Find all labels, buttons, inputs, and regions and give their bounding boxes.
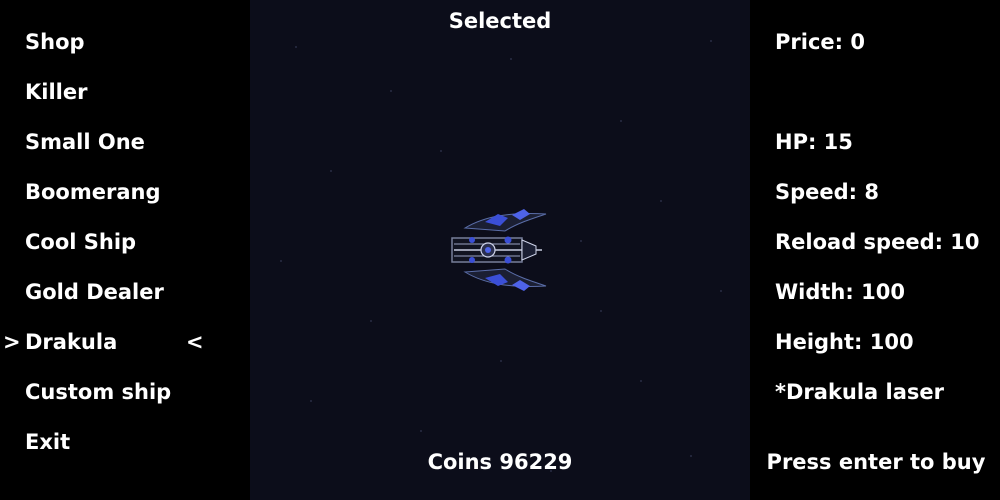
menu-item-shop[interactable]: Shop	[25, 27, 85, 57]
menu-item-drakula[interactable]: Drakula	[25, 327, 117, 357]
stat-hp: HP: 15	[775, 130, 853, 154]
selection-marker-left: >	[3, 330, 21, 354]
stat-height: Height: 100	[775, 330, 914, 354]
stat-speed: Speed: 8	[775, 180, 879, 204]
ship-menu: Shop Killer Small One Boomerang Cool Shi…	[0, 0, 250, 500]
menu-item-boomerang[interactable]: Boomerang	[25, 177, 161, 207]
selected-title: Selected	[448, 9, 552, 33]
coins-counter: Coins 96229	[427, 450, 573, 474]
menu-item-gold-dealer[interactable]: Gold Dealer	[25, 277, 164, 307]
ship-preview: Selected Coins 96229	[250, 0, 750, 500]
stat-weapon: *Drakula laser	[775, 380, 945, 404]
menu-item-cool-ship[interactable]: Cool Ship	[25, 227, 136, 257]
buy-prompt: Press enter to buy	[766, 450, 986, 474]
menu-item-small-one[interactable]: Small One	[25, 127, 145, 157]
menu-item-killer[interactable]: Killer	[25, 77, 87, 107]
menu-item-custom-ship[interactable]: Custom ship	[25, 377, 171, 407]
drakula-ship-icon	[450, 200, 550, 304]
selection-marker-right: <	[186, 330, 204, 354]
stat-reload-speed: Reload speed: 10	[775, 230, 980, 254]
stat-price: Price: 0	[775, 30, 865, 54]
ship-stats: Price: 0 HP: 15 Speed: 8 Reload speed: 1…	[752, 0, 1000, 500]
stat-width: Width: 100	[775, 280, 905, 304]
menu-item-exit[interactable]: Exit	[25, 427, 70, 457]
